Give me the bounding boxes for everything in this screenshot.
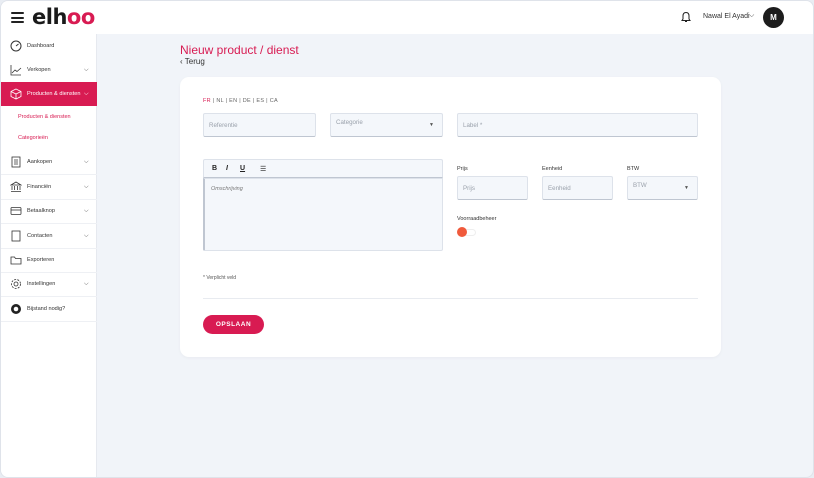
dashboard-icon — [10, 40, 22, 52]
sidebar-item-label: Instellingen — [27, 281, 56, 287]
label-field[interactable]: Label * — [457, 113, 698, 137]
sidebar-item-label: Aankopen — [27, 159, 53, 165]
description-placeholder: Omschrijving — [211, 186, 243, 192]
page-title: Nieuw product / dienst — [180, 43, 299, 57]
sidebar-item-contacten[interactable]: Contacten ⌵ — [1, 224, 97, 248]
description-editor[interactable]: Omschrijving — [203, 178, 443, 251]
vat-select[interactable]: BTW ▼ — [627, 176, 698, 200]
vat-label: BTW — [627, 166, 640, 172]
lifebuoy-icon — [11, 304, 21, 314]
sidebar-subitem-producten[interactable]: Producten & diensten — [18, 114, 71, 120]
sidebar-item-exporteren[interactable]: Exporteren — [1, 248, 97, 272]
price-field[interactable]: Prijs — [457, 176, 528, 200]
chevron-down-icon: ⌵ — [84, 66, 89, 73]
sidebar-item-bijstand[interactable]: Bijstand nodig? — [1, 297, 97, 321]
sidebar-item-label: Producten & diensten — [27, 91, 81, 97]
sidebar-item-label: Contacten — [27, 233, 53, 239]
sidebar-item-label: Bijstand nodig? — [27, 306, 66, 312]
sidebar-item-instellingen[interactable]: Instellingen ⌵ — [1, 272, 97, 296]
stock-management-label: Voorraadbeheer — [457, 216, 497, 222]
sidebar-item-aankopen[interactable]: Aankopen ⌵ — [1, 150, 97, 174]
chart-icon — [10, 65, 22, 76]
divider — [203, 298, 698, 299]
caret-down-icon: ▼ — [684, 185, 689, 191]
save-button[interactable]: OPSLAAN — [203, 315, 264, 334]
chevron-down-icon: ⌵ — [84, 232, 89, 239]
language-active[interactable]: FR — [203, 98, 211, 104]
sidebar-subitem-categorieen[interactable]: Categorieën — [18, 135, 48, 141]
bank-icon — [10, 181, 22, 192]
sidebar-item-verkopen[interactable]: Verkopen ⌵ — [1, 58, 97, 82]
logo-accent: oo — [66, 5, 95, 29]
sidebar-item-financien[interactable]: Financiën ⌵ — [1, 175, 97, 199]
top-bar: elhoo Nawal El Ayadi ⌵ M — [1, 1, 813, 34]
card-icon — [10, 207, 22, 215]
unit-label: Eenheid — [542, 166, 563, 172]
document-icon — [11, 156, 21, 168]
unit-placeholder: Eenheid — [548, 185, 571, 192]
sidebar-item-betaalknop[interactable]: Betaalknop ⌵ — [1, 199, 97, 223]
price-placeholder: Prijs — [463, 185, 476, 192]
product-form-card: FR | NL | EN | DE | ES | CA Referentie C… — [180, 77, 721, 357]
toggle-knob — [457, 227, 467, 237]
divider — [1, 321, 97, 322]
required-note: * Verplicht veld — [203, 275, 237, 281]
language-others[interactable]: | NL | EN | DE | ES | CA — [211, 98, 278, 104]
chevron-down-icon: ⌵ — [84, 183, 89, 190]
sidebar-item-label: Betaalknop — [27, 208, 55, 214]
back-label: Terug — [184, 57, 205, 66]
sidebar-item-label: Dashboard — [27, 43, 55, 49]
bell-icon[interactable] — [681, 11, 691, 23]
unit-field[interactable]: Eenheid — [542, 176, 613, 200]
underline-button[interactable]: U — [240, 165, 245, 172]
sidebar-item-producten[interactable]: Producten & diensten ⌵ — [1, 82, 97, 106]
logo-text: elh — [32, 5, 67, 29]
avatar[interactable]: M — [763, 7, 784, 28]
list-button[interactable]: ☰ — [260, 165, 266, 173]
contacts-icon — [11, 230, 21, 242]
chevron-down-icon: ⌵ — [84, 207, 89, 214]
sidebar: Dashboard Verkopen ⌵ Producten & dienste… — [1, 34, 97, 477]
language-switcher[interactable]: FR | NL | EN | DE | ES | CA — [203, 98, 278, 104]
back-link[interactable]: ‹ Terug — [180, 57, 205, 66]
chevron-down-icon: ⌵ — [84, 158, 89, 165]
label-placeholder: Label * — [463, 122, 483, 129]
menu-icon[interactable] — [11, 12, 24, 23]
reference-placeholder: Referentie — [209, 122, 238, 129]
logo[interactable]: elhoo — [32, 5, 95, 29]
price-label: Prijs — [457, 166, 468, 172]
chevron-down-icon: ⌵ — [84, 280, 89, 287]
reference-field[interactable]: Referentie — [203, 113, 316, 137]
app-window: elhoo Nawal El Ayadi ⌵ M Dashboard Verko… — [0, 0, 814, 478]
sidebar-item-label: Financiën — [27, 184, 52, 190]
folder-icon — [10, 256, 22, 265]
category-select[interactable]: Categorie ▼ — [330, 113, 443, 137]
stock-management-toggle[interactable] — [457, 227, 477, 237]
vat-placeholder: BTW — [633, 182, 647, 189]
italic-button[interactable]: I — [226, 165, 228, 172]
user-name[interactable]: Nawal El Ayadi — [703, 13, 750, 20]
sidebar-item-dashboard[interactable]: Dashboard — [1, 34, 97, 58]
sidebar-item-label: Verkopen — [27, 67, 51, 73]
sidebar-item-label: Exporteren — [27, 257, 55, 263]
gear-icon — [11, 279, 21, 289]
caret-down-icon: ▼ — [429, 122, 434, 128]
editor-toolbar: B I U ☰ — [203, 159, 443, 178]
chevron-down-icon: ⌵ — [84, 90, 89, 97]
chevron-down-icon[interactable]: ⌵ — [749, 12, 754, 20]
category-placeholder: Categorie — [336, 119, 363, 126]
bold-button[interactable]: B — [212, 165, 217, 172]
box-icon — [10, 88, 22, 100]
